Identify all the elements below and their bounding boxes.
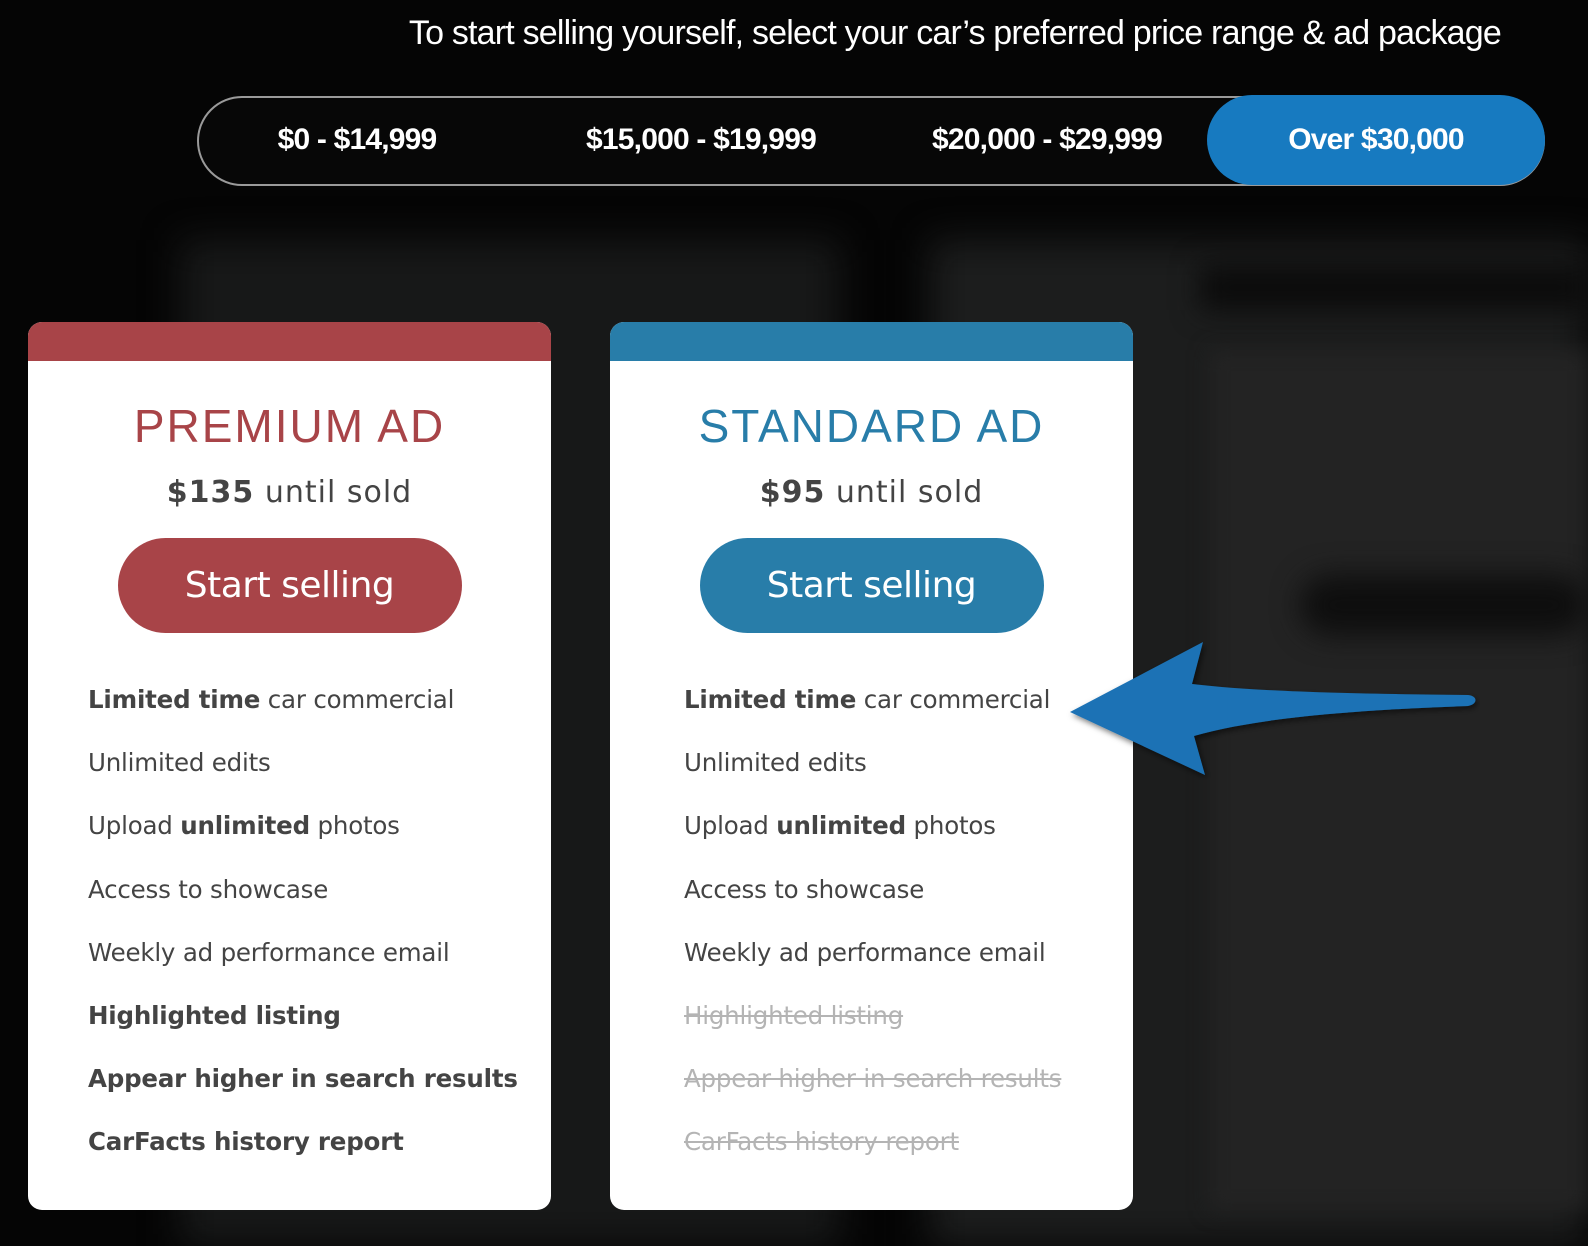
feature-item: Weekly ad performance email — [684, 938, 1133, 1001]
feature-item-unavailable: CarFacts history report — [684, 1127, 1133, 1190]
feature-text: Appear higher in search results — [88, 1064, 518, 1094]
feature-text: Highlighted listing — [684, 1000, 904, 1030]
feature-text: photos — [309, 811, 400, 841]
feature-item: Limited time car commercial — [88, 685, 551, 748]
feature-item-unavailable: Highlighted listing — [684, 1001, 1133, 1064]
standard-ad-card: STANDARD AD $95 until sold Start selling… — [610, 322, 1133, 1210]
feature-text: unlimited — [180, 811, 310, 841]
feature-item: Upload unlimited photos — [88, 811, 551, 874]
feature-item: Access to showcase — [684, 875, 1133, 938]
feature-text: Appear higher in search results — [684, 1064, 1062, 1094]
feature-item: Limited time car commercial — [684, 685, 1133, 748]
premium-ad-card: PREMIUM AD $135 until sold Start selling… — [28, 322, 551, 1210]
package-title: STANDARD AD — [698, 400, 1045, 452]
feature-text: Upload — [684, 811, 777, 841]
price-range-option-over-30000[interactable]: Over $30,000 — [1207, 95, 1545, 185]
feature-text: unlimited — [776, 811, 906, 841]
feature-item: Access to showcase — [88, 875, 551, 938]
feature-item: Appear higher in search results — [88, 1064, 551, 1127]
feature-text: Upload — [88, 811, 181, 841]
blurred-bar — [1200, 265, 1588, 310]
price-range-selector: $0 - $14,999 $15,000 - $19,999 $20,000 -… — [197, 95, 1545, 186]
feature-text: car commercial — [260, 685, 455, 714]
feature-item: Upload unlimited photos — [684, 811, 1133, 874]
feature-list: Limited time car commercial Unlimited edi… — [28, 685, 551, 1191]
feature-text: Limited time — [88, 685, 261, 714]
feature-list: Limited time car commercial Unlimited edi… — [610, 685, 1133, 1191]
price-suffix: until sold — [254, 475, 413, 510]
price-amount: $95 — [759, 475, 826, 510]
start-selling-premium-button[interactable]: Start selling — [117, 538, 462, 633]
feature-text: CarFacts history report — [684, 1127, 959, 1157]
feature-text: Access to showcase — [684, 874, 925, 904]
feature-item-unavailable: Appear higher in search results — [684, 1064, 1133, 1127]
blurred-button-shape — [1300, 575, 1588, 635]
feature-item: Weekly ad performance email — [88, 938, 551, 1001]
feature-text: Weekly ad performance email — [684, 937, 1046, 967]
feature-item: Unlimited edits — [88, 748, 551, 811]
card-color-bar — [610, 322, 1133, 361]
feature-text: Unlimited edits — [684, 748, 867, 778]
page-headline: To start selling yourself, select your c… — [408, 14, 1502, 52]
feature-text: Weekly ad performance email — [88, 937, 450, 967]
price-range-option-20000-29999[interactable]: $20,000 - $29,999 — [887, 95, 1207, 185]
feature-item: Highlighted listing — [88, 1001, 551, 1064]
package-price: $135 until sold — [28, 475, 551, 510]
package-title: PREMIUM AD — [133, 400, 446, 452]
feature-text: photos — [905, 811, 996, 841]
feature-text: Highlighted listing — [88, 1000, 341, 1030]
feature-text: CarFacts history report — [88, 1127, 404, 1157]
blurred-panel — [1210, 350, 1588, 1210]
start-selling-standard-button[interactable]: Start selling — [699, 538, 1044, 633]
price-range-option-0-14999[interactable]: $0 - $14,999 — [199, 95, 515, 185]
price-suffix: until sold — [825, 475, 984, 510]
feature-text: car commercial — [856, 685, 1051, 714]
price-amount: $135 — [166, 475, 255, 510]
card-color-bar — [28, 322, 551, 361]
feature-text: Limited time — [684, 685, 857, 714]
feature-item: CarFacts history report — [88, 1127, 551, 1190]
package-price: $95 until sold — [610, 475, 1133, 510]
feature-item: Unlimited edits — [684, 748, 1133, 811]
feature-text: Unlimited edits — [88, 748, 271, 778]
feature-text: Access to showcase — [88, 874, 329, 904]
price-range-option-15000-19999[interactable]: $15,000 - $19,999 — [515, 95, 887, 185]
